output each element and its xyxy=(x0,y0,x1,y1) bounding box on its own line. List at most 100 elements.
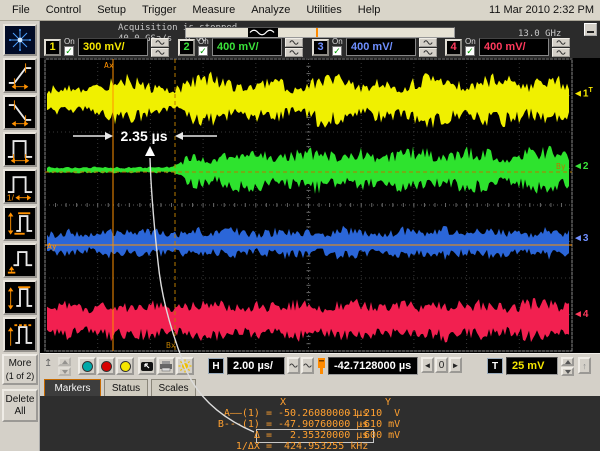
menu-analyze[interactable]: Analyze xyxy=(243,2,298,18)
trigger-icon[interactable]: T xyxy=(487,358,503,374)
svg-text:1/: 1/ xyxy=(7,193,15,202)
channel-4-probe-icon[interactable] xyxy=(552,48,570,57)
more-label: More xyxy=(9,358,32,370)
x-column-header: X xyxy=(280,397,286,408)
delta-time-value: 2.35 µs xyxy=(121,128,168,144)
v-amplitude-icon[interactable] xyxy=(3,280,37,315)
channel-3-scale[interactable]: 400 mV/ xyxy=(346,38,416,56)
marker-b-label: B---(1) = xyxy=(190,419,272,430)
frequency-icon[interactable]: 1/ xyxy=(3,169,37,204)
tab-markers[interactable]: Markers xyxy=(44,379,101,396)
realtime-mode-icon[interactable] xyxy=(287,357,300,374)
marker-a-y-value: -1.210 V xyxy=(346,408,400,419)
position-zero-button[interactable]: 0 xyxy=(435,357,448,373)
channel-2-checkbox[interactable]: ✓ xyxy=(198,46,208,56)
channel-2-coupling-icon[interactable] xyxy=(285,38,303,47)
menu-file[interactable]: File xyxy=(4,2,38,18)
inverse-delta-x-value: 424.953255 kHz xyxy=(278,441,368,451)
marker-b-y-value: -610 mV xyxy=(352,419,400,430)
channel-3-checkbox[interactable]: ✓ xyxy=(332,46,342,56)
screen-capture-icon[interactable] xyxy=(138,357,156,375)
rise-time-icon[interactable] xyxy=(3,58,37,93)
channel-1-button[interactable]: 1 xyxy=(44,39,61,56)
pulse-width-icon[interactable] xyxy=(3,132,37,167)
v-top-icon[interactable] xyxy=(3,317,37,352)
trigger-level-up[interactable] xyxy=(561,357,574,366)
tab-status[interactable]: Status xyxy=(104,379,148,396)
delete-all-button[interactable]: Delete All xyxy=(2,389,38,422)
channel-1-checkbox[interactable]: ✓ xyxy=(64,46,74,56)
channel-3-ground-marker[interactable]: ◄3 xyxy=(573,233,588,244)
menu-setup[interactable]: Setup xyxy=(89,2,134,18)
channel-4-coupling-icon[interactable] xyxy=(552,38,570,47)
trigger-position-icon[interactable] xyxy=(317,358,326,374)
inverse-delta-label: 1/ΔX = xyxy=(190,441,272,451)
position-right-button[interactable]: ► xyxy=(449,357,462,373)
horizontal-icon[interactable]: H xyxy=(208,358,224,374)
channel-2-ground-marker[interactable]: ◄2 xyxy=(573,161,588,172)
marker-a-label: A——(1) = xyxy=(190,408,272,419)
channel-4-checkbox[interactable]: ✓ xyxy=(465,46,475,56)
menu-trigger[interactable]: Trigger xyxy=(134,2,184,18)
fall-time-icon[interactable] xyxy=(3,95,37,130)
measurement-sidebar: 1/ xyxy=(0,21,40,451)
v-base-icon[interactable] xyxy=(3,243,37,278)
acquisition-viewport-bar[interactable] xyxy=(185,27,455,38)
delete-label: Delete xyxy=(6,394,35,406)
marker-bx-label: Bx xyxy=(166,341,176,350)
menu-utilities[interactable]: Utilities xyxy=(298,2,349,18)
channel-4-controls: 4 On ✓ 400 mV/ xyxy=(445,38,577,58)
menu-bar: File Control Setup Trigger Measure Analy… xyxy=(0,0,600,21)
more-page-indicator: (1 of 2) xyxy=(6,370,35,382)
menu-control[interactable]: Control xyxy=(38,2,89,18)
acquisition-status-bar: Acquisition is stopped. 40.0 GSa/s 8.00 … xyxy=(40,21,600,58)
channel-3-coupling-icon[interactable] xyxy=(419,38,437,47)
y-column-header: Y xyxy=(385,397,391,408)
tab-scales[interactable]: Scales xyxy=(151,379,196,396)
channel-4-on-label: On xyxy=(465,37,476,46)
marker-ay-label: Ay xyxy=(47,242,57,251)
marker-b-color-button[interactable] xyxy=(97,357,115,375)
channel-1-coupling-icon[interactable] xyxy=(151,38,169,47)
channel-1-probe-icon[interactable] xyxy=(151,48,169,57)
channel-4-ground-marker[interactable]: ◄4 xyxy=(573,309,588,320)
channel-3-probe-icon[interactable] xyxy=(419,48,437,57)
marker-by-label: By xyxy=(556,162,566,171)
equivalent-mode-icon[interactable] xyxy=(301,357,314,374)
print-icon[interactable] xyxy=(157,357,175,375)
trigger-slope-icon[interactable]: ↑ xyxy=(578,357,591,374)
channel-4-scale[interactable]: 400 mV/ xyxy=(479,38,549,56)
channel-4-button[interactable]: 4 xyxy=(445,39,462,56)
channel-2-probe-icon[interactable] xyxy=(285,48,303,57)
delta-y-value: 600 mV xyxy=(352,430,400,441)
minimize-button[interactable] xyxy=(584,23,597,36)
channel-1-on-label: On xyxy=(64,37,75,46)
marker-up-icon[interactable]: ↥ xyxy=(44,358,56,372)
channel-3-controls: 3 On ✓ 400 mV/ xyxy=(312,38,444,58)
position-left-button[interactable]: ◄ xyxy=(421,357,434,373)
brightness-icon[interactable] xyxy=(176,357,194,375)
spinner-down-disabled[interactable] xyxy=(58,367,71,376)
marker-c-color-button[interactable] xyxy=(116,357,134,375)
v-peak-to-peak-icon[interactable] xyxy=(3,206,37,241)
agilent-logo-icon xyxy=(3,24,37,56)
viewport-trigger-position xyxy=(316,28,318,37)
timebase-position-display[interactable]: -42.7128000 µs xyxy=(328,357,418,375)
channel-1-ground-marker[interactable]: ◄1T xyxy=(573,87,593,99)
channel-1-controls: 1 On ✓ 300 mV/ xyxy=(44,38,176,58)
channel-2-button[interactable]: 2 xyxy=(178,39,195,56)
waveform-display: Ax Bx Ay By 2.35 µs ◄1T ◄2 ◄3 ◄4 xyxy=(40,58,600,353)
marker-ax-label: Ax xyxy=(104,61,114,70)
channel-3-button[interactable]: 3 xyxy=(312,39,329,56)
marker-readout-panel: X Y A——(1) = -50.26080000 µs -1.210 V B-… xyxy=(40,396,600,451)
trigger-level-down[interactable] xyxy=(561,367,574,376)
channel-1-scale[interactable]: 300 mV/ xyxy=(78,38,148,56)
marker-a-color-button[interactable] xyxy=(78,357,96,375)
channel-2-scale[interactable]: 400 mV/ xyxy=(212,38,282,56)
spinner-up-disabled[interactable] xyxy=(58,357,71,366)
trigger-level-display[interactable]: 25 mV xyxy=(506,357,558,375)
menu-measure[interactable]: Measure xyxy=(184,2,243,18)
menu-help[interactable]: Help xyxy=(350,2,389,18)
timebase-scale-display[interactable]: 2.00 µs/ xyxy=(227,357,285,375)
more-button[interactable]: More (1 of 2) xyxy=(2,354,38,385)
